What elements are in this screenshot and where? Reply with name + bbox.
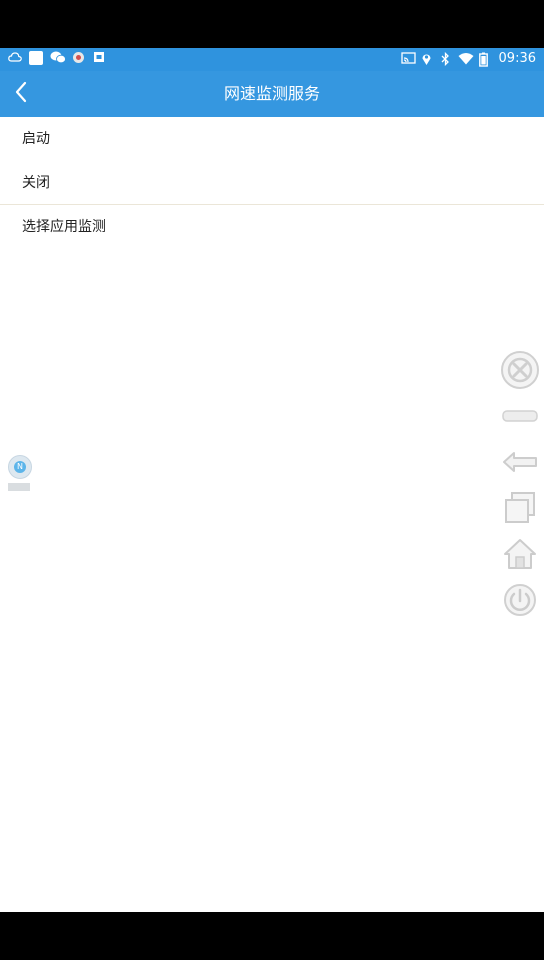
menu-bar-icon xyxy=(500,408,540,428)
page-title: 网速监测服务 xyxy=(223,84,320,103)
side-power-button[interactable] xyxy=(498,582,542,622)
close-circle-icon xyxy=(500,350,540,394)
app-bar: 网速监测服务 xyxy=(0,71,544,117)
location-icon xyxy=(420,52,434,66)
cast-icon xyxy=(400,51,416,66)
app-notification-icon xyxy=(71,51,85,65)
bubble-bar xyxy=(8,483,30,491)
bubble-circle: N xyxy=(8,455,32,479)
status-bar-system: 09:36 xyxy=(400,51,536,67)
side-recent-apps-button[interactable] xyxy=(498,490,542,530)
status-bar: 09:36 xyxy=(0,48,544,71)
image-notification-icon xyxy=(92,51,106,65)
cloud-icon xyxy=(8,51,22,65)
back-arrow-icon xyxy=(500,450,540,478)
bottom-black-bar xyxy=(0,912,544,960)
side-menu-button[interactable] xyxy=(498,398,542,438)
side-close-button[interactable] xyxy=(498,350,542,394)
side-home-button[interactable] xyxy=(498,536,542,576)
wifi-icon xyxy=(458,52,474,66)
bluetooth-icon xyxy=(439,51,453,66)
chevron-left-icon xyxy=(14,81,28,107)
side-back-button[interactable] xyxy=(498,444,542,484)
bubble-badge: N xyxy=(14,461,26,473)
back-button[interactable] xyxy=(6,79,36,109)
menu-item-stop[interactable]: 关闭 xyxy=(0,161,544,205)
power-icon xyxy=(502,582,538,622)
phone-screen: 09:36 网速监测服务 启动 关闭 选择应用监测 N xyxy=(0,0,544,960)
menu-item-start[interactable]: 启动 xyxy=(0,117,544,161)
battery-icon xyxy=(477,52,491,67)
home-icon xyxy=(502,537,538,575)
content-area: 启动 关闭 选择应用监测 N xyxy=(0,117,544,912)
recent-apps-icon xyxy=(502,491,538,529)
white-square-icon xyxy=(29,51,43,65)
wechat-icon xyxy=(50,51,66,65)
floating-monitor-bubble[interactable]: N xyxy=(8,455,32,491)
menu-item-select-app-monitor[interactable]: 选择应用监测 xyxy=(0,205,544,249)
status-time: 09:36 xyxy=(498,51,536,66)
status-bar-notifications xyxy=(8,51,106,65)
